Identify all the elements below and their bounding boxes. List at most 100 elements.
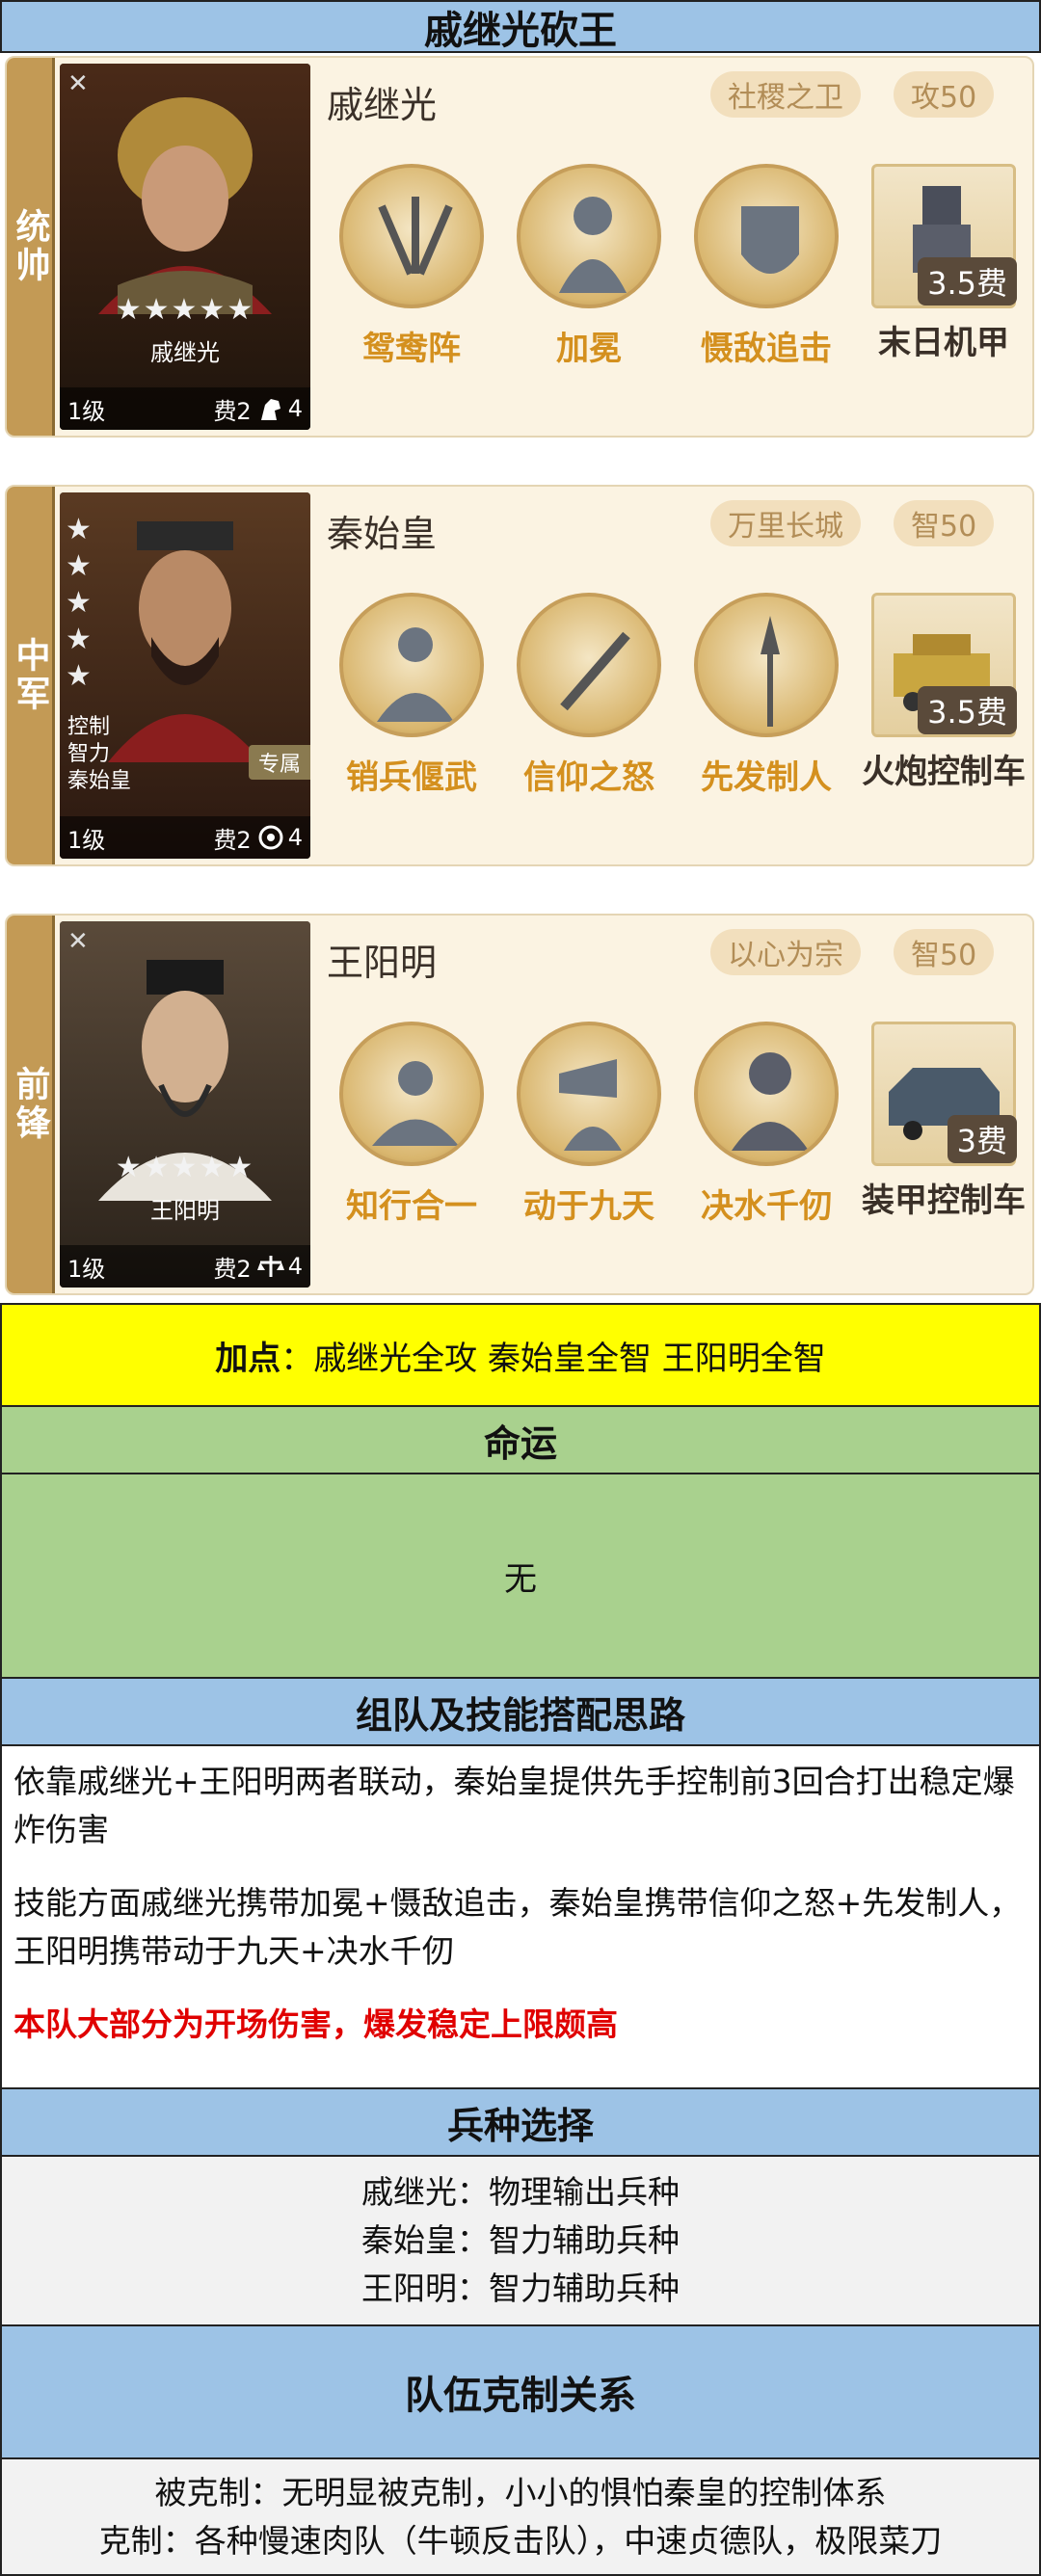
skill-item[interactable]: 先发制人 bbox=[680, 593, 853, 798]
skill-label: 先发制人 bbox=[701, 758, 832, 797]
portrait-name: 戚继光 bbox=[150, 339, 220, 366]
troop-line: 秦始皇：智力辅助兵种 bbox=[361, 2221, 680, 2259]
skill-item[interactable]: 信仰之怒 bbox=[502, 593, 676, 798]
strategy-body: 依靠戚继光+王阳明两者联动，秦始皇提供先手控制前3回合打出稳定爆炸伤害 技能方面… bbox=[0, 1744, 1041, 2089]
level-label: 1级 bbox=[67, 397, 106, 425]
troop-line: 戚继光：物理输出兵种 bbox=[361, 2173, 680, 2211]
gear-cost: 3.5费 bbox=[918, 257, 1017, 305]
cost-label: 费2 bbox=[213, 397, 252, 425]
gear-item[interactable]: 3.5费 末日机甲 bbox=[857, 164, 1030, 364]
skill-label: 信仰之怒 bbox=[523, 758, 654, 797]
strategy-heading: 组队及技能搭配思路 bbox=[0, 1677, 1041, 1746]
general-name: 戚继光 bbox=[327, 84, 438, 126]
relation-body: 被克制：无明显被克制，小小的惧怕秦皇的控制体系 克制：各种慢速肉队（牛顿反击队）… bbox=[0, 2457, 1041, 2576]
portrait-name: 王阳明 bbox=[150, 1197, 220, 1224]
star-rating: ★★★★★ bbox=[115, 293, 255, 327]
skill-label: 鸳鸯阵 bbox=[362, 330, 461, 368]
skill-label: 销兵偃武 bbox=[346, 758, 477, 797]
trait-tag: 社稷之卫 bbox=[710, 71, 861, 118]
mech-icon: 3.5费 bbox=[871, 164, 1017, 308]
gear-label: 火炮控制车 bbox=[862, 753, 1026, 791]
horse-icon bbox=[257, 395, 284, 422]
relation-line: 克制：各种慢速肉队（牛顿反击队），中速贞德队，极限菜刀 bbox=[98, 2521, 943, 2560]
skill-label: 动于九天 bbox=[523, 1187, 654, 1226]
portrait-art bbox=[60, 64, 310, 430]
general-card-middle: 中军 ★ ★ ★ ★ ★ 控制 智力 秦始皇 专属 1级 费2 4 秦始皇 万里长城 智… bbox=[5, 485, 1034, 866]
gear-label: 末日机甲 bbox=[878, 324, 1009, 362]
target-icon bbox=[257, 824, 284, 851]
exclusive-badge: 专属 bbox=[248, 745, 310, 780]
skill-label: 决水千仞 bbox=[701, 1187, 832, 1226]
role-label: 中军 bbox=[10, 637, 50, 714]
sword-icon bbox=[517, 593, 661, 737]
skill-item[interactable]: 销兵偃武 bbox=[325, 593, 498, 798]
fate-value: 无 bbox=[0, 1473, 1041, 1679]
portrait-art bbox=[60, 921, 310, 1288]
role-strip: 前锋 bbox=[7, 916, 55, 1293]
trait-tag: 以心为宗 bbox=[710, 929, 861, 975]
skill-item[interactable]: 动于九天 bbox=[502, 1022, 676, 1227]
general-card-commander: 统帅 ✕ ★★★★★ 戚继光 1级 费2 4 戚继光 社稷之卫 攻50 鸳鸯阵 … bbox=[5, 56, 1034, 438]
relation-heading: 队伍克制关系 bbox=[0, 2324, 1041, 2459]
attribute-points-row: 加点：戚继光全攻 秦始皇全智 王阳明全智 bbox=[0, 1303, 1041, 1407]
portrait-traits: 控制 智力 秦始皇 bbox=[67, 714, 131, 795]
troops-body: 戚继光：物理输出兵种 秦始皇：智力辅助兵种 王阳明：智力辅助兵种 bbox=[0, 2155, 1041, 2326]
cost-label: 费2 bbox=[213, 826, 252, 854]
role-label: 统帅 bbox=[10, 208, 50, 285]
skill-item[interactable]: 决水千仞 bbox=[680, 1022, 853, 1227]
skill-item[interactable]: 鸳鸯阵 bbox=[325, 164, 498, 369]
stat-tag: 攻50 bbox=[894, 71, 995, 118]
plus-separator: ： bbox=[280, 1339, 314, 1378]
scales-icon bbox=[256, 1253, 284, 1280]
general-portrait[interactable]: ★ ★ ★ ★ ★ 控制 智力 秦始皇 专属 1级 费2 4 bbox=[60, 492, 310, 859]
cannon-vehicle-icon: 3.5费 bbox=[871, 593, 1017, 737]
meditation-icon bbox=[339, 1022, 484, 1166]
troop-line: 王阳明：智力辅助兵种 bbox=[361, 2270, 680, 2307]
armored-soldier-icon bbox=[694, 1022, 839, 1166]
troops-heading: 兵种选择 bbox=[0, 2087, 1041, 2157]
skill-item[interactable]: 知行合一 bbox=[325, 1022, 498, 1227]
armored-vehicle-icon: 3费 bbox=[871, 1022, 1017, 1166]
gear-cost: 3费 bbox=[947, 1115, 1017, 1163]
role-strip: 中军 bbox=[7, 487, 55, 864]
warrior-icon bbox=[517, 164, 661, 308]
unit-count: 4 bbox=[287, 824, 303, 851]
level-label: 1级 bbox=[67, 826, 106, 854]
relation-line: 被克制：无明显被克制，小小的惧怕秦皇的控制体系 bbox=[154, 2473, 887, 2511]
portrait-name: 秦始皇 bbox=[67, 769, 132, 793]
plus-label: 加点 bbox=[215, 1339, 281, 1378]
cost-label: 费2 bbox=[213, 1255, 252, 1283]
role-strip: 统帅 bbox=[7, 58, 55, 436]
star-rating-vertical: ★ ★ ★ ★ ★ bbox=[66, 513, 92, 693]
skill-row: 鸳鸯阵 加冕 慑敌追击 3.5费 末日机甲 bbox=[325, 164, 1028, 424]
general-name: 王阳明 bbox=[327, 942, 438, 984]
horn-icon bbox=[517, 1022, 661, 1166]
gear-label: 装甲控制车 bbox=[862, 1182, 1026, 1220]
skill-label: 加冕 bbox=[556, 330, 622, 368]
portrait-art bbox=[60, 492, 310, 859]
skill-item[interactable]: 慑敌追击 bbox=[680, 164, 853, 369]
general-card-vanguard: 前锋 ✕ ★★★★★ 王阳明 1级 费2 4 王阳明 以心为宗 智50 知行合一… bbox=[5, 914, 1034, 1295]
unit-count: 4 bbox=[287, 395, 303, 422]
shield-icon bbox=[694, 164, 839, 308]
page-title: 戚继光砍王 bbox=[0, 0, 1041, 53]
skill-item[interactable]: 加冕 bbox=[502, 164, 676, 369]
strategy-highlight: 本队大部分为开场伤害，爆发稳定上限颇高 bbox=[13, 2005, 618, 2043]
stat-tag: 智50 bbox=[894, 500, 995, 546]
fate-heading: 命运 bbox=[0, 1405, 1041, 1474]
plus-value: 戚继光全攻 秦始皇全智 王阳明全智 bbox=[313, 1339, 826, 1378]
gear-cost: 3.5费 bbox=[918, 686, 1017, 734]
general-portrait[interactable]: ✕ ★★★★★ 戚继光 1级 费2 4 bbox=[60, 64, 310, 430]
skill-label: 知行合一 bbox=[346, 1187, 477, 1226]
trait-text: 智力 bbox=[67, 742, 111, 766]
trait-text: 控制 bbox=[67, 715, 111, 739]
strategy-paragraph: 技能方面戚继光携带加冕+慑敌追击，秦始皇携带信仰之怒+先发制人，王阳明携带动于九… bbox=[13, 1884, 1022, 1970]
general-portrait[interactable]: ✕ ★★★★★ 王阳明 1级 费2 4 bbox=[60, 921, 310, 1288]
gear-item[interactable]: 3.5费 火炮控制车 bbox=[857, 593, 1030, 793]
gear-item[interactable]: 3费 装甲控制车 bbox=[857, 1022, 1030, 1222]
stat-tag: 智50 bbox=[894, 929, 995, 975]
strategy-paragraph: 依靠戚继光+王阳明两者联动，秦始皇提供先手控制前3回合打出稳定爆炸伤害 bbox=[13, 1763, 1015, 1848]
unit-count: 4 bbox=[287, 1253, 303, 1280]
portrait-footer: 1级 费2 4 bbox=[60, 387, 310, 430]
portrait-footer: 1级 费2 4 bbox=[60, 816, 310, 859]
